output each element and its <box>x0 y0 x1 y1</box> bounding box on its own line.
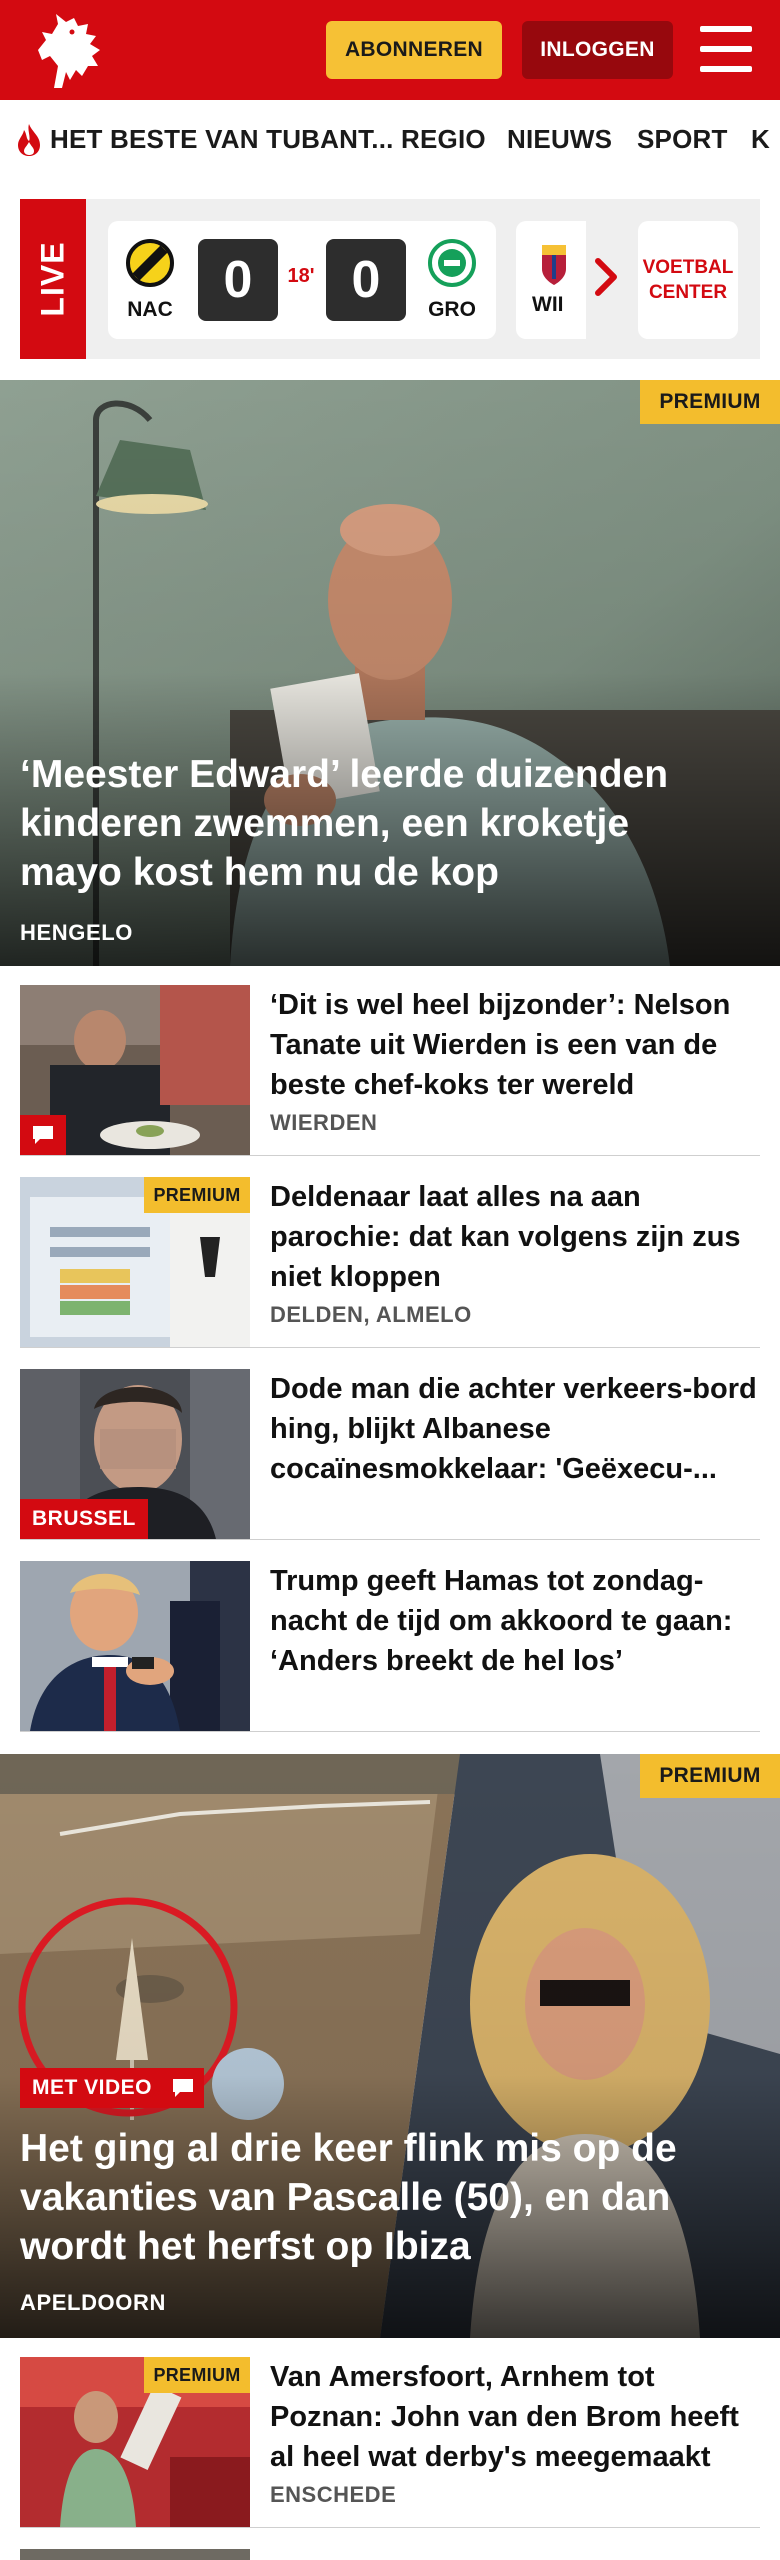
nac-crest-icon <box>126 239 174 287</box>
divider <box>20 1731 760 1732</box>
divider <box>20 1539 760 1540</box>
away-team: GRO <box>422 239 482 322</box>
main-nav: HET BESTE VAN TUBANT... REGIO NIEUWS SPO… <box>0 100 780 182</box>
voetbal-center-link[interactable]: VOETBAL CENTER <box>638 221 738 339</box>
divider <box>20 1347 760 1348</box>
voetbal-center-line-2: CENTER <box>648 282 728 303</box>
tubantia-horse-logo[interactable] <box>32 10 110 90</box>
fc-groningen-crest-icon <box>428 239 476 287</box>
article-thumbnail: PREMIUM <box>20 1177 250 1347</box>
hero-location: HENGELO <box>20 920 133 945</box>
next-team-abbr: WII <box>532 293 564 316</box>
hero-article-2[interactable]: PREMIUM MET VIDEO Het ging al drie keer … <box>0 1754 780 2338</box>
away-team-abbr: GRO <box>428 298 476 321</box>
premium-badge: PREMIUM <box>640 380 780 424</box>
location-tag[interactable]: BRUSSEL <box>20 1499 148 1539</box>
article-thumbnail: BRUSSEL <box>20 1369 250 1539</box>
nav-item-het-beste[interactable]: HET BESTE VAN TUBANT... <box>50 124 394 155</box>
list-item[interactable]: PREMIUM Deldenaar laat alles na aan paro… <box>20 1177 760 1347</box>
article-thumbnail <box>20 985 250 1155</box>
match-minute: 18' <box>287 265 315 287</box>
article-thumbnail <box>20 1561 250 1731</box>
nav-item-nieuws[interactable]: NIEUWS <box>507 124 612 155</box>
chevron-right-icon[interactable] <box>592 257 620 297</box>
hero-2-location: APELDOORN <box>20 2290 166 2315</box>
video-tag[interactable]: MET VIDEO <box>20 2068 165 2108</box>
article-title[interactable]: Dode man die achter verkeers-bord hing, … <box>270 1369 760 1489</box>
live-match-card[interactable]: NAC 0 18' 0 GRO <box>108 221 496 339</box>
article-location: WIERDEN <box>270 1110 378 1135</box>
away-score: 0 <box>326 239 406 321</box>
hero-2-title[interactable]: Het ging al drie keer flink mis op de va… <box>20 2124 740 2271</box>
hero-title[interactable]: ‘Meester Edward’ leerde duizenden kinder… <box>20 750 740 897</box>
list-item[interactable]: BRUSSEL Dode man die achter verkeers-bor… <box>20 1369 760 1539</box>
list-item[interactable]: ‘Dit is wel heel bijzonder’: Nelson Tana… <box>20 985 760 1155</box>
article-title[interactable]: Van Amersfoort, Arnhem tot Poznan: John … <box>270 2357 760 2477</box>
home-team: NAC <box>120 239 180 322</box>
hero-article[interactable]: PREMIUM ‘Meester Edward’ leerde duizende… <box>0 380 780 966</box>
list-item[interactable]: PREMIUM Van Amersfoort, Arnhem tot Pozna… <box>20 2357 760 2527</box>
home-score: 0 <box>198 239 278 321</box>
premium-badge: PREMIUM <box>144 1177 250 1213</box>
article-location: ENSCHEDE <box>270 2482 397 2507</box>
live-scores-strip: LIVE NAC 0 18' 0 GRO WII VOETBAL CENTER <box>20 199 760 359</box>
trump-photo <box>20 1561 250 1731</box>
divider <box>20 2527 760 2528</box>
premium-badge: PREMIUM <box>640 1754 780 1798</box>
next-match-card[interactable]: WII <box>516 221 586 339</box>
home-team-abbr: NAC <box>127 298 173 321</box>
comments-badge[interactable] <box>20 1115 66 1155</box>
nav-item-next[interactable]: K <box>751 124 770 155</box>
divider <box>20 1155 760 1156</box>
willem-ii-crest-icon <box>542 245 566 285</box>
article-thumbnail: PREMIUM <box>20 2357 250 2527</box>
top-bar: ABONNEREN INLOGGEN <box>0 0 780 100</box>
article-title[interactable]: Deldenaar laat alles na aan parochie: da… <box>270 1177 760 1297</box>
live-label[interactable]: LIVE <box>20 199 86 359</box>
article-thumbnail <box>20 2549 250 2560</box>
comment-icon <box>173 2079 193 2097</box>
nav-item-regio[interactable]: REGIO <box>401 124 486 155</box>
list-item[interactable] <box>20 2549 760 2560</box>
login-button[interactable]: INLOGGEN <box>522 21 673 79</box>
flame-icon <box>18 124 40 156</box>
article-location: DELDEN, ALMELO <box>270 1302 472 1327</box>
voetbal-center-line-1: VOETBAL <box>642 257 734 278</box>
subscribe-button[interactable]: ABONNEREN <box>326 21 502 79</box>
article-title[interactable]: Trump geeft Hamas tot zondag-nacht de ti… <box>270 1561 760 1681</box>
comment-icon <box>33 1126 53 1144</box>
article-title[interactable]: ‘Dit is wel heel bijzonder’: Nelson Tana… <box>270 985 760 1105</box>
comments-badge[interactable] <box>162 2068 204 2108</box>
nav-item-sport[interactable]: SPORT <box>637 124 728 155</box>
list-item[interactable]: Trump geeft Hamas tot zondag-nacht de ti… <box>20 1561 760 1731</box>
premium-badge: PREMIUM <box>144 2357 250 2393</box>
hamburger-menu-icon[interactable] <box>700 26 752 72</box>
